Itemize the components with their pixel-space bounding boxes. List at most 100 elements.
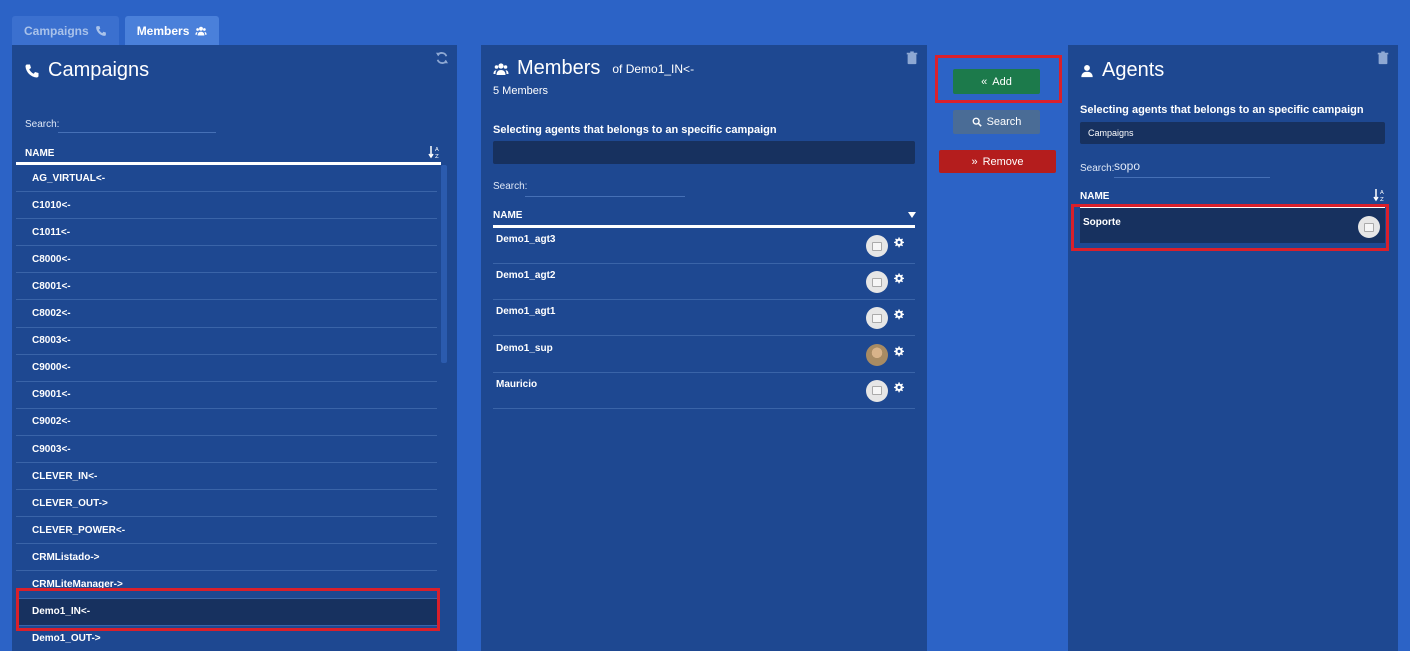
agents-col-name[interactable]: NAME (1080, 191, 1109, 202)
members-description: Selecting agents that belongs to an spec… (493, 124, 777, 136)
members-filter-box[interactable] (493, 141, 915, 164)
gear-icon[interactable] (893, 382, 904, 393)
avatar (866, 343, 888, 366)
add-button[interactable]: « Add (953, 69, 1040, 94)
campaign-row[interactable]: C9002<- (16, 409, 437, 436)
users-icon (195, 26, 207, 35)
campaign-row-name: C8001<- (32, 280, 71, 292)
remove-button[interactable]: » Remove (939, 150, 1056, 173)
campaign-row-name: CLEVER_OUT-> (32, 497, 108, 509)
gear-icon[interactable] (893, 309, 904, 320)
phone-icon (95, 25, 106, 36)
gear-icon[interactable] (893, 273, 904, 284)
campaign-row[interactable]: Demo1_IN<- (16, 598, 437, 626)
agents-panel: Agents Selecting agents that belongs to … (1068, 45, 1398, 651)
trash-icon[interactable] (905, 51, 919, 65)
sort-down-icon[interactable] (908, 212, 916, 218)
agents-title: Agents (1080, 59, 1164, 82)
campaign-row-name: C8002<- (32, 308, 71, 319)
avatar (866, 379, 888, 402)
svg-text:Z: Z (1380, 197, 1384, 202)
campaign-row[interactable]: C1010<- (16, 192, 437, 220)
members-search-input[interactable] (525, 196, 685, 197)
member-row[interactable]: Demo1_sup (493, 337, 915, 373)
campaigns-scrollbar[interactable] (441, 165, 447, 363)
campaign-row[interactable]: CRMListado-> (16, 544, 437, 572)
campaign-row[interactable]: C8001<- (16, 273, 437, 301)
trash-icon[interactable] (1376, 51, 1390, 65)
avatar (866, 235, 888, 257)
user-icon (1081, 64, 1093, 77)
agents-filter-value: Campaigns (1088, 128, 1134, 138)
campaign-row[interactable]: C8003<- (16, 328, 437, 355)
campaign-row-name: CLEVER_POWER<- (32, 524, 126, 536)
campaign-row[interactable]: C9001<- (16, 382, 437, 409)
campaigns-col-name[interactable]: NAME (25, 148, 54, 159)
member-row-name: Demo1_agt2 (496, 270, 556, 282)
campaign-row[interactable]: C8002<- (16, 301, 437, 328)
members-count: 5 Members (493, 85, 549, 97)
campaign-row[interactable]: Demo1_OUT-> (16, 626, 437, 651)
campaign-row[interactable]: CLEVER_IN<- (16, 463, 437, 491)
campaign-row-name: C9003<- (32, 443, 71, 455)
agent-row[interactable]: Soporte (1080, 208, 1385, 243)
member-row[interactable]: Mauricio (493, 373, 915, 409)
refresh-icon[interactable] (435, 51, 449, 65)
image-placeholder-icon (1364, 222, 1374, 232)
campaign-row-name: C9000<- (32, 362, 71, 374)
image-placeholder-icon (872, 241, 882, 251)
member-row-name: Demo1_sup (496, 342, 553, 354)
campaign-row-name: C9001<- (32, 389, 71, 401)
campaign-row-name: C1011<- (32, 226, 71, 238)
search-button[interactable]: Search (953, 110, 1040, 134)
phone-icon (25, 64, 39, 77)
campaign-row-name: CLEVER_IN<- (32, 470, 98, 482)
gear-icon[interactable] (893, 237, 904, 248)
tab-campaigns[interactable]: Campaigns (12, 16, 119, 45)
members-search-label: Search: (493, 181, 528, 192)
campaign-row[interactable]: CLEVER_OUT-> (16, 490, 437, 518)
avatar (866, 271, 888, 294)
campaign-row[interactable]: C8000<- (16, 246, 437, 274)
image-placeholder-icon (872, 313, 882, 323)
tab-campaigns-label: Campaigns (24, 23, 89, 38)
tab-members[interactable]: Members (124, 16, 220, 45)
campaigns-search-input[interactable] (58, 132, 216, 133)
agents-description: Selecting agents that belongs to an spec… (1080, 104, 1364, 116)
agents-campaign-filter[interactable]: Campaigns (1080, 122, 1385, 144)
image-placeholder-icon (872, 277, 882, 287)
member-row[interactable]: Demo1_agt2 (493, 264, 915, 301)
member-row[interactable]: Demo1_agt1 (493, 300, 915, 337)
sort-alpha-icon[interactable]: AZ (428, 145, 440, 159)
svg-text:A: A (435, 147, 439, 153)
users-icon (493, 62, 509, 75)
campaign-row-name: C8000<- (32, 253, 71, 265)
gear-icon[interactable] (893, 345, 904, 357)
avatar (866, 307, 888, 330)
member-row-name: Mauricio (496, 378, 538, 390)
agents-search-label: Search: (1080, 163, 1115, 174)
campaign-row[interactable]: C9000<- (16, 355, 437, 382)
agents-title-text: Agents (1102, 59, 1165, 81)
remove-button-label: Remove (982, 155, 1024, 168)
agent-row-name: Soporte (1083, 217, 1121, 228)
members-col-name[interactable]: NAME (493, 210, 522, 221)
campaign-row-name: C1010<- (32, 199, 71, 211)
agents-search-value[interactable]: sopo (1114, 159, 1140, 173)
members-title: Members of Demo1_IN<- (493, 57, 694, 80)
svg-text:A: A (1380, 190, 1384, 196)
campaign-row-name: Demo1_OUT-> (32, 633, 101, 645)
members-title-text: Members (517, 57, 601, 79)
campaign-row[interactable]: C1011<- (16, 219, 437, 247)
campaign-row[interactable]: CLEVER_POWER<- (16, 517, 437, 545)
campaign-row[interactable]: CRMLiteManager-> (16, 572, 437, 599)
campaign-row[interactable]: AG_VIRTUAL<- (16, 165, 437, 192)
search-button-label: Search (986, 116, 1022, 128)
member-row[interactable]: Demo1_agt3 (493, 228, 915, 264)
campaign-row[interactable]: C9003<- (16, 436, 437, 463)
campaign-row-name: C8003<- (32, 335, 71, 347)
agents-search-input[interactable] (1114, 177, 1270, 178)
double-left-icon: « (981, 75, 988, 88)
tab-members-label: Members (136, 23, 190, 38)
sort-alpha-icon[interactable]: AZ (1373, 188, 1385, 202)
